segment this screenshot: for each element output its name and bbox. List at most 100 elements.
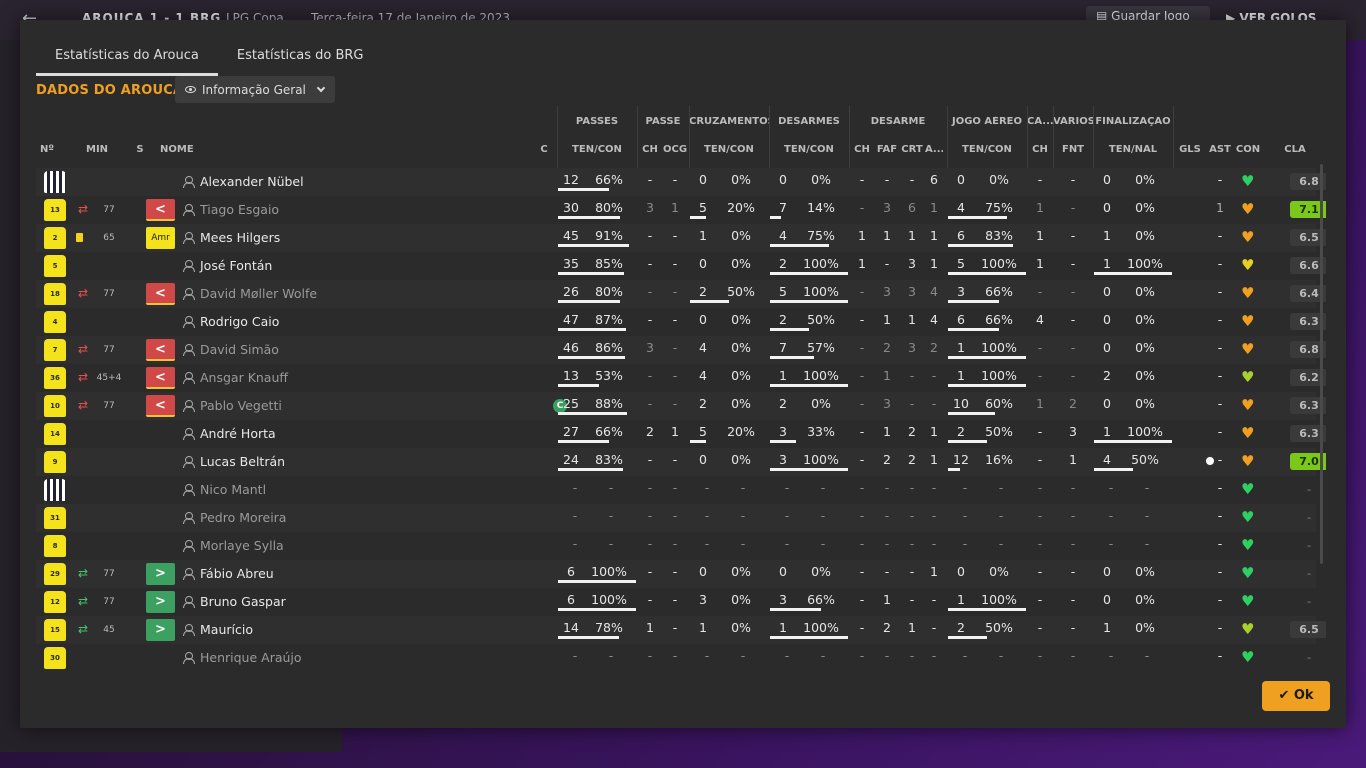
tackles-attempts: 7 xyxy=(779,200,787,215)
view-selector[interactable]: Informação Geral xyxy=(175,76,335,103)
substitution-badge[interactable]: < xyxy=(146,283,175,305)
player-row[interactable]: 31 Pedro Moreira - - - - - - - - - - - - - - - - - - - ♥ - xyxy=(36,504,1316,532)
tackles-success: 57% xyxy=(807,340,835,355)
column-header[interactable]: FNT xyxy=(1057,144,1089,158)
player-name[interactable]: José Fontán xyxy=(200,252,272,280)
tab-brg-stats[interactable]: Estatísticas do BRG xyxy=(218,44,383,76)
player-row[interactable]: 29 ⇄ 77 > Fábio Abreu 6 100% - -0 0% 0 0% - - -1 0 0% - -0… xyxy=(36,560,1316,588)
match-rating: - xyxy=(1307,651,1311,664)
stat-empty: - xyxy=(740,508,746,523)
column-header[interactable]: AST xyxy=(1209,144,1231,158)
player-name[interactable]: Tiago Esgaio xyxy=(200,196,279,224)
def-faf: 3 xyxy=(883,284,891,299)
player-row[interactable]: 2 65 Amr Mees Hilgers 45 91% - -1 0% 4 75% 1 1 1 1 6 83%… xyxy=(36,224,1326,252)
player-name[interactable]: Morlaye Sylla xyxy=(200,532,284,560)
column-header[interactable]: NOME xyxy=(160,144,220,158)
player-name[interactable]: Rodrigo Caio xyxy=(200,308,279,336)
player-row[interactable]: 13 ⇄ 77 < Tiago Esgaio 30 80% 3 1 5 20% 7 14% -3 6 1 4 75… xyxy=(36,196,1326,224)
column-header[interactable]: CH xyxy=(1031,144,1049,158)
headers-success: 60% xyxy=(985,396,1013,411)
column-header[interactable]: CH xyxy=(853,144,871,158)
column-header[interactable]: CLA xyxy=(1276,144,1314,158)
player-row[interactable]: 15 ⇄ 45 > Maurício 14 78% 1-1 0% 1 100% -2 1-2 50% - -1… xyxy=(36,616,1326,644)
def-crt: 3 xyxy=(908,340,916,355)
tackles-bar xyxy=(770,636,848,639)
player-name[interactable]: Pedro Moreira xyxy=(200,504,286,532)
scrollbar[interactable] xyxy=(1320,164,1323,564)
player-row[interactable]: 30 Henrique Araújo - - - - - - - - - - - - - - - - - - - ♥ - xyxy=(36,644,1316,672)
column-group-header: DESARMES xyxy=(778,116,840,127)
player-row[interactable]: 10 ⇄ 77 < Pablo Vegetti C 25 88% - -2 0% 2 0% -3- -10 6… xyxy=(36,392,1326,420)
tackles-attempts: 3 xyxy=(779,592,787,607)
player-name[interactable]: Bruno Gaspar xyxy=(200,588,286,616)
column-header[interactable]: A... xyxy=(925,144,943,158)
passes-success: 100% xyxy=(591,564,627,579)
player-row[interactable]: 9 Lucas Beltrán 24 83% - -0 0% 3 100% -2 2 1 12 16% -1… xyxy=(36,448,1326,476)
player-row[interactable]: 18 ⇄ 77 < David Møller Wolfe 26 80% - - 2 50% 5 100%… xyxy=(36,280,1326,308)
crosses-success: 0% xyxy=(731,172,751,187)
stat-empty: - xyxy=(962,480,968,495)
stat-empty: - xyxy=(784,648,790,663)
column-header[interactable]: TEN/CON xyxy=(773,144,845,158)
substitution-badge[interactable]: < xyxy=(146,339,175,361)
player-row[interactable]: 7 ⇄ 77 < David Simão 46 86% 3-4 0% 7 57% -2 3 2 1 100% -… xyxy=(36,336,1326,364)
substitution-badge[interactable]: > xyxy=(146,619,175,641)
player-name[interactable]: Henrique Araújo xyxy=(200,644,302,672)
column-header[interactable]: S xyxy=(134,144,146,158)
ok-button[interactable]: ✔ Ok xyxy=(1262,681,1330,711)
column-header[interactable]: CH xyxy=(641,144,659,158)
player-name[interactable]: Lucas Beltrán xyxy=(200,448,285,476)
substitution-badge[interactable]: > xyxy=(146,591,175,613)
column-header[interactable]: TEN/CON xyxy=(951,144,1023,158)
stat-empty: - xyxy=(572,536,578,551)
booking-badge[interactable]: Amr xyxy=(146,227,175,249)
column-header[interactable]: CON xyxy=(1234,144,1262,158)
column-header[interactable]: OCG xyxy=(663,144,687,158)
column-header[interactable]: CRT xyxy=(901,144,923,158)
column-header[interactable]: Nº xyxy=(36,144,58,158)
key-passes: - xyxy=(647,284,653,299)
player-name[interactable]: Mees Hilgers xyxy=(200,224,280,252)
player-row[interactable]: 5 José Fontán 35 85% - -0 0% 2 100% 1-3 1 5 100% 1-1 1… xyxy=(36,252,1326,280)
player-name[interactable]: Nico Mantl xyxy=(200,476,266,504)
passes-ocg: - xyxy=(672,620,678,635)
column-header[interactable]: MIN xyxy=(86,144,108,158)
player-name[interactable]: Maurício xyxy=(200,616,253,644)
column-header[interactable]: TEN/CON xyxy=(561,144,633,158)
player-name[interactable]: André Horta xyxy=(200,420,276,448)
stat-empty: - xyxy=(1108,536,1114,551)
column-header[interactable]: TEN/CON xyxy=(693,144,765,158)
substitution-badge[interactable]: > xyxy=(146,563,175,585)
player-row[interactable]: 14 André Horta 27 66% 2 1 5 20% 3 33% -1 2 1 2 50% -3 1 1… xyxy=(36,420,1326,448)
def-faf: - xyxy=(884,564,890,579)
def-ch: - xyxy=(859,564,865,579)
passes-ocg: - xyxy=(672,452,678,467)
tackles-success: 33% xyxy=(807,424,835,439)
player-name[interactable]: David Møller Wolfe xyxy=(200,280,317,308)
substitution-badge[interactable]: < xyxy=(146,199,175,221)
player-name[interactable]: Fábio Abreu xyxy=(200,560,274,588)
passes-success: 66% xyxy=(595,172,623,187)
player-name[interactable]: Alexander Nübel xyxy=(200,168,304,196)
player-name[interactable]: Ansgar Knauff xyxy=(200,364,288,392)
player-row[interactable]: 8 Morlaye Sylla - - - - - - - - - - - - - - - - - - - ♥ - xyxy=(36,532,1316,560)
column-header[interactable]: GLS xyxy=(1177,144,1203,158)
player-row[interactable]: 4 Rodrigo Caio 47 87% - -0 0% 2 50% -1 1 4 6 66% 4-0 0%… xyxy=(36,308,1326,336)
column-header[interactable]: TEN/NAL xyxy=(1097,144,1169,158)
player-row[interactable]: Nico Mantl - - - - - - - - - - - - - - - - - - - ♥ - xyxy=(36,476,1316,504)
substitution-badge[interactable]: < xyxy=(146,395,175,417)
player-row[interactable]: 12 ⇄ 77 > Bruno Gaspar 6 100% - - 3 0% 3 66% - 1 - - 1 100… xyxy=(36,588,1316,616)
column-header[interactable]: C xyxy=(536,144,552,158)
tab-arouca-stats[interactable]: Estatísticas do Arouca xyxy=(36,44,218,76)
player-row[interactable]: Alexander Nübel 12 66% - -0 0% 0 0% - - -6 0 0% - -0 0%… xyxy=(36,168,1326,196)
shots-attempts: 0 xyxy=(1103,172,1111,187)
headers-success: 100% xyxy=(981,256,1017,271)
condition-heart-icon: ♥ xyxy=(1241,648,1255,666)
player-name[interactable]: Pablo Vegetti xyxy=(200,392,282,420)
column-header[interactable]: FAF xyxy=(875,144,899,158)
player-row[interactable]: 36 ⇄ 45+4 < Ansgar Knauff 13 53% - - 4 0% 1 100% - 1 - -… xyxy=(36,364,1326,392)
substitution-badge[interactable]: < xyxy=(146,367,175,389)
person-icon xyxy=(183,316,195,328)
player-name[interactable]: David Simão xyxy=(200,336,279,364)
condition-heart-icon: ♥ xyxy=(1241,368,1255,386)
